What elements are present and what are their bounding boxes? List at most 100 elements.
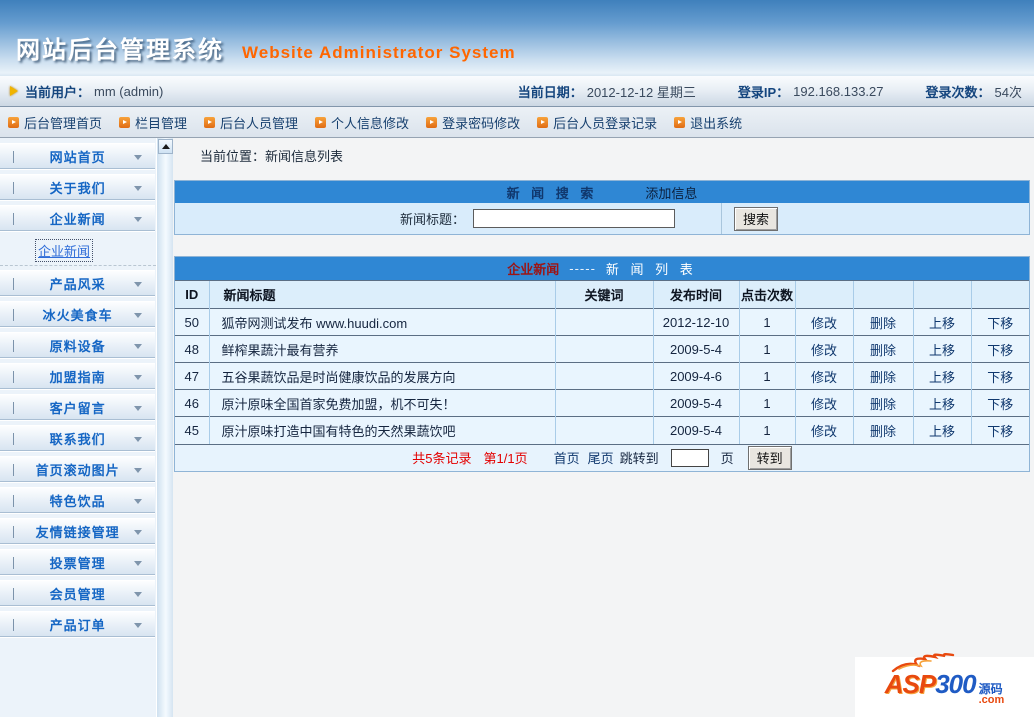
sidebar-menu-button[interactable]: 产品风采: [0, 270, 156, 296]
move-down-link[interactable]: 下移: [987, 343, 1013, 358]
sidebar-menu-button[interactable]: 联系我们: [0, 425, 156, 451]
sidebar-menu-button[interactable]: 网站首页: [0, 143, 156, 169]
cell-news-title: 原汁原味打造中国有特色的天然果蔬饮吧: [208, 416, 555, 444]
system-title-cn: 网站后台管理系统: [16, 37, 224, 64]
arrow-icon: [10, 86, 18, 96]
top-nav-item[interactable]: 栏目管理: [119, 113, 187, 132]
sidebar-menu-button[interactable]: 首页滚动图片: [0, 456, 156, 482]
page-indicator: 第1/1页: [483, 451, 528, 466]
logo-yuanma-text: 源码: [978, 681, 1003, 696]
move-down-link[interactable]: 下移: [987, 316, 1013, 331]
sidebar-menu-label: 友情链接管理: [35, 524, 120, 540]
chevron-down-icon: [134, 623, 143, 628]
col-id: ID: [175, 280, 209, 309]
sidebar-scrollbar[interactable]: [156, 138, 174, 717]
edit-link[interactable]: 修改: [811, 316, 837, 331]
move-up-link[interactable]: 上移: [929, 397, 955, 412]
cell-clicks: 1: [738, 416, 795, 444]
move-up-link[interactable]: 上移: [929, 424, 955, 439]
top-nav-item[interactable]: 个人信息修改: [315, 113, 409, 132]
sidebar-menu-label: 特色饮品: [49, 493, 106, 509]
top-nav-item-label: 后台管理首页: [24, 115, 103, 131]
cell-divider: [721, 203, 722, 234]
top-nav: 后台管理首页 栏目管理 后台人员管理 个人信息修改 登录密码修改 后台人员登录记…: [0, 107, 1034, 138]
nav-bullet-icon: [119, 116, 131, 128]
asp300-logo: ASP 300 源码 .com: [855, 652, 1034, 717]
sidebar-submenu-row: 企业新闻: [0, 236, 157, 266]
sidebar-menu-button[interactable]: 产品订单: [0, 611, 156, 637]
current-user-label: 当前用户：: [25, 84, 91, 100]
title-separator: -----: [569, 261, 596, 276]
cell-news-title: 原汁原味全国首家免费加盟，机不可失！: [208, 389, 555, 417]
move-down-link[interactable]: 下移: [987, 397, 1013, 412]
move-up-link[interactable]: 上移: [929, 343, 955, 358]
move-up-link[interactable]: 上移: [929, 370, 955, 385]
col-publish-date: 发布时间: [652, 280, 739, 309]
top-nav-item-label: 后台人员登录记录: [553, 115, 658, 131]
edit-link[interactable]: 修改: [811, 343, 837, 358]
move-down-link[interactable]: 下移: [987, 370, 1013, 385]
last-page-link[interactable]: 尾页: [588, 448, 614, 467]
chevron-down-icon: [134, 282, 143, 287]
cell-id: 45: [175, 416, 209, 444]
cell-clicks: 1: [738, 335, 795, 363]
cell-news-title: 狐帝网测试发布 www.huudi.com: [208, 308, 555, 336]
sidebar-menu-button[interactable]: 会员管理: [0, 580, 156, 606]
nav-bullet-icon: [537, 116, 549, 128]
search-button[interactable]: 搜索: [734, 206, 779, 231]
cell-clicks: 1: [738, 362, 795, 390]
edit-link[interactable]: 修改: [811, 370, 837, 385]
cell-publish-date: 2009-4-6: [652, 362, 739, 390]
sidebar-menu-button[interactable]: 特色饮品: [0, 487, 156, 513]
move-down-link[interactable]: 下移: [987, 424, 1013, 439]
first-page-link[interactable]: 首页: [554, 448, 580, 467]
sidebar-menu-button[interactable]: 原料设备: [0, 332, 156, 358]
top-nav-item[interactable]: 后台管理首页: [8, 113, 102, 132]
sidebar-menu-label: 网站首页: [49, 149, 106, 165]
news-title-input[interactable]: [473, 209, 675, 228]
go-button[interactable]: 转到: [747, 445, 792, 470]
chevron-down-icon: [134, 468, 143, 473]
sidebar-menu-label: 产品订单: [49, 617, 106, 633]
page-number-input[interactable]: [670, 448, 709, 467]
sidebar-menu-button[interactable]: 冰火美食车: [0, 301, 156, 327]
delete-link[interactable]: 删除: [870, 343, 896, 358]
search-panel-header: 新 闻 搜 索 添加信息: [175, 181, 1029, 203]
top-banner: 网站后台管理系统 Website Administrator System: [0, 0, 1034, 76]
scroll-up-icon[interactable]: [158, 139, 174, 154]
info-bar: 当前用户： mm (admin) 当前日期： 2012-12-12 星期三 登录…: [0, 76, 1034, 107]
sidebar-menu-button[interactable]: 加盟指南: [0, 363, 156, 389]
flame-icon: [891, 652, 954, 672]
admin-page: 网站后台管理系统 Website Administrator System 当前…: [0, 0, 1034, 717]
sidebar-submenu-link[interactable]: 企业新闻: [34, 239, 94, 262]
edit-link[interactable]: 修改: [811, 424, 837, 439]
news-search-panel: 新 闻 搜 索 添加信息 新闻标题： 搜索: [174, 180, 1030, 235]
top-nav-item[interactable]: 后台人员管理: [204, 113, 298, 132]
chevron-down-icon: [134, 499, 143, 504]
edit-link[interactable]: 修改: [811, 397, 837, 412]
delete-link[interactable]: 删除: [870, 397, 896, 412]
sidebar-menu-button[interactable]: 客户留言: [0, 394, 156, 420]
chevron-down-icon: [134, 406, 143, 411]
sidebar-menu-button[interactable]: 投票管理: [0, 549, 156, 575]
table-row: 47 五谷果蔬饮品是时尚健康饮品的发展方向 2009-4-6 1 修改 删除 上…: [175, 362, 1029, 390]
delete-link[interactable]: 删除: [870, 316, 896, 331]
sidebar-menu-label: 会员管理: [49, 586, 106, 602]
chevron-down-icon: [134, 313, 143, 318]
table-row: 46 原汁原味全国首家免费加盟，机不可失！ 2009-5-4 1 修改 删除 上…: [175, 389, 1029, 417]
sidebar-menu-button[interactable]: 友情链接管理: [0, 518, 156, 544]
move-up-link[interactable]: 上移: [929, 316, 955, 331]
sidebar-menu-button[interactable]: 关于我们: [0, 174, 156, 200]
add-info-link[interactable]: 添加信息: [645, 183, 697, 202]
cell-publish-date: 2012-12-10: [652, 308, 739, 336]
top-nav-item[interactable]: 登录密码修改: [426, 113, 520, 132]
top-nav-item[interactable]: 后台人员登录记录: [537, 113, 657, 132]
delete-link[interactable]: 删除: [870, 424, 896, 439]
cell-id: 50: [175, 308, 209, 336]
table-row: 45 原汁原味打造中国有特色的天然果蔬饮吧 2009-5-4 1 修改 删除 上…: [175, 416, 1029, 444]
delete-link[interactable]: 删除: [870, 370, 896, 385]
top-nav-item[interactable]: 退出系统: [674, 113, 742, 132]
sidebar-menu-button[interactable]: 企业新闻: [0, 205, 156, 231]
cell-news-title: 五谷果蔬饮品是时尚健康饮品的发展方向: [208, 362, 555, 390]
search-row: 新闻标题： 搜索: [175, 203, 1029, 234]
